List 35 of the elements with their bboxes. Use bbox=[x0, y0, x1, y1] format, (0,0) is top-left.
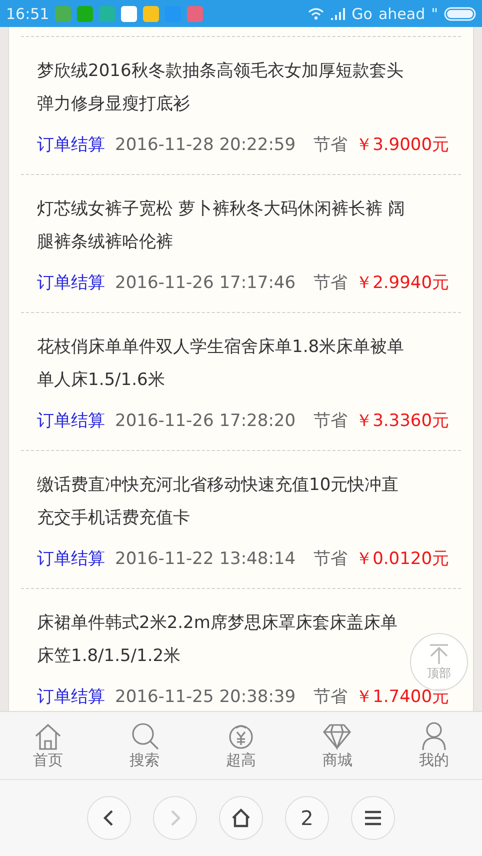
carrier-text: Go bbox=[352, 4, 372, 22]
carrier-text: " bbox=[431, 4, 438, 22]
save-label: 节省 bbox=[314, 548, 348, 570]
order-title: 梦欣绒2016秋冬款抽条高领毛衣女加厚短款套头弹力修身显瘦打底衫 bbox=[37, 60, 404, 116]
saved-amount: ￥3.9000元 bbox=[356, 134, 450, 156]
order-title: 花枝俏床单单件双人学生宿舍床单1.8米床单被单单人床1.5/1.6米 bbox=[37, 336, 405, 392]
order-settle-link[interactable]: 订单结算 bbox=[37, 547, 105, 570]
order-title: 床裙单件韩式2米2.2m席梦思床罩床套床盖床单床笠1.8/1.5/1.2米 bbox=[37, 612, 398, 668]
saved-amount: ￥3.3360元 bbox=[356, 410, 450, 432]
saved-amount: ￥2.9940元 bbox=[356, 272, 450, 294]
order-settle-link[interactable]: 订单结算 bbox=[37, 685, 105, 708]
nav-tab[interactable]: 我的 bbox=[386, 712, 482, 779]
save-label: 节省 bbox=[314, 272, 348, 294]
nav-tab[interactable]: 搜索 bbox=[96, 712, 193, 779]
order-date: 2016-11-28 20:22:59 bbox=[115, 134, 296, 154]
order-date: 2016-11-25 20:38:39 bbox=[115, 686, 296, 706]
nav-tab[interactable]: 商城 bbox=[289, 712, 386, 779]
order-settle-link[interactable]: 订单结算 bbox=[37, 133, 105, 156]
nav-tab[interactable]: 超高 bbox=[192, 712, 290, 779]
save-label: 节省 bbox=[314, 686, 348, 708]
saved-amount: ￥0.0120元 bbox=[356, 548, 450, 570]
order-settle-link[interactable]: 订单结算 bbox=[37, 409, 105, 432]
order-date: 2016-11-22 13:48:14 bbox=[115, 548, 296, 568]
save-label: 节省 bbox=[314, 410, 348, 432]
nav-tab[interactable]: 首页 bbox=[0, 712, 96, 779]
browser-tabs-button[interactable]: 2 bbox=[285, 796, 329, 840]
order-date: 2016-11-26 17:17:46 bbox=[115, 272, 296, 292]
status-time: 16:51 bbox=[6, 4, 50, 22]
back-to-top-label: 顶部 bbox=[427, 664, 451, 682]
carrier-text: ahead bbox=[378, 4, 426, 22]
order-title: 缴话费直冲快充河北省移动快速充值10元快冲直充交手机话费充值卡 bbox=[37, 474, 400, 530]
save-label: 节省 bbox=[314, 134, 348, 156]
order-title: 灯芯绒女裤子宽松 萝卜裤秋冬大码休闲裤长裤 阔腿裤条绒裤哈伦裤 bbox=[37, 198, 405, 254]
order-settle-link[interactable]: 订单结算 bbox=[37, 271, 105, 294]
order-date: 2016-11-26 17:28:20 bbox=[115, 410, 296, 430]
